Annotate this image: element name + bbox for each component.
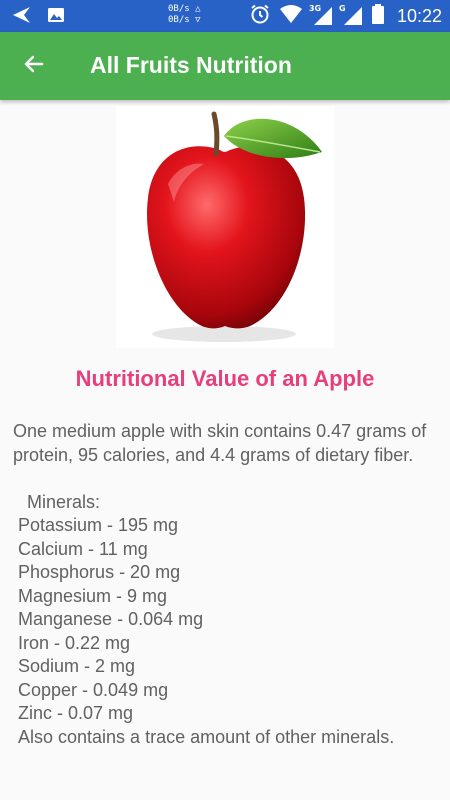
mineral-item: Magnesium - 9 mg <box>18 585 168 606</box>
mineral-item: Manganese - 0.064 mg <box>18 609 204 629</box>
mineral-item: Iron - 0.22 mg <box>18 632 131 653</box>
intro-paragraph: One medium apple with skin contains 0.47… <box>13 421 427 465</box>
app-title: All Fruits Nutrition <box>90 52 292 78</box>
alarm-icon <box>249 3 271 29</box>
signal-g-label: G <box>338 4 346 13</box>
signal-3g-icon: 3G <box>308 4 333 26</box>
apple-image <box>116 106 334 348</box>
back-arrow-icon <box>22 52 46 80</box>
status-bar: 0B/s △ 0B/s ▽ 3G G 10:22 <box>0 0 450 32</box>
clock: 10:22 <box>396 5 442 26</box>
network-speed: 0B/s △ 0B/s ▽ <box>168 4 201 26</box>
battery-icon <box>371 3 385 29</box>
trace-note: Also contains a trace amount of other mi… <box>18 726 395 747</box>
nutrition-text: One medium apple with skin contains 0.47… <box>13 420 443 749</box>
signal-3g-label: 3G <box>308 4 322 13</box>
mineral-list: Potassium - 195 mg Calcium - 11 mg Phosp… <box>13 514 443 726</box>
mineral-item: Sodium - 2 mg <box>18 656 136 676</box>
mineral-item: Phosphorus - 20 mg <box>18 562 181 582</box>
mineral-item: Calcium - 11 mg <box>18 538 148 559</box>
mineral-item: Zinc - 0.07 mg <box>18 703 134 723</box>
back-triangle-icon <box>10 4 32 30</box>
page-heading: Nutritional Value of an Apple <box>75 366 375 391</box>
wifi-icon <box>279 4 303 28</box>
image-notification-icon <box>46 5 66 29</box>
mineral-item: Copper - 0.049 mg <box>18 679 169 700</box>
mineral-item: Potassium - 195 mg <box>18 515 179 535</box>
net-speed-down: 0B/s ▽ <box>168 15 201 25</box>
minerals-heading: Minerals: <box>27 491 101 512</box>
signal-g-icon: G <box>338 4 363 26</box>
app-bar: All Fruits Nutrition <box>0 32 450 100</box>
back-button[interactable] <box>14 48 54 84</box>
net-speed-up: 0B/s △ <box>168 4 201 14</box>
